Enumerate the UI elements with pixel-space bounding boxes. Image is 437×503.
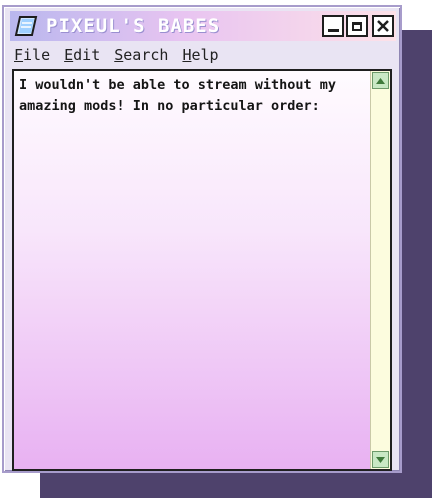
scroll-down-button[interactable] [372,451,389,468]
arrow-down-icon [376,456,385,463]
notepad-window: PIXEUL'S BABES File Edit Search Help I w… [2,5,402,473]
maximize-icon [352,21,362,31]
menu-edit[interactable]: Edit [62,46,102,64]
maximize-button[interactable] [346,15,368,37]
minimize-icon [327,29,339,32]
scroll-up-button[interactable] [372,72,389,89]
close-button[interactable] [372,15,394,37]
window-title: PIXEUL'S BABES [46,15,221,37]
menu-bar: File Edit Search Help [12,43,221,67]
vertical-scrollbar[interactable] [370,71,390,469]
stage: PIXEUL'S BABES File Edit Search Help I w… [0,0,437,503]
document-area[interactable]: I wouldn't be able to stream without my … [12,69,392,471]
arrow-up-icon [376,77,385,84]
notepad-icon [14,16,38,36]
minimize-button[interactable] [322,15,344,37]
menu-help[interactable]: Help [180,46,220,64]
menu-file[interactable]: File [12,46,52,64]
title-bar[interactable]: PIXEUL'S BABES [10,11,396,41]
document-text[interactable]: I wouldn't be able to stream without my … [19,75,375,117]
menu-search[interactable]: Search [112,46,170,64]
close-icon [377,20,389,32]
